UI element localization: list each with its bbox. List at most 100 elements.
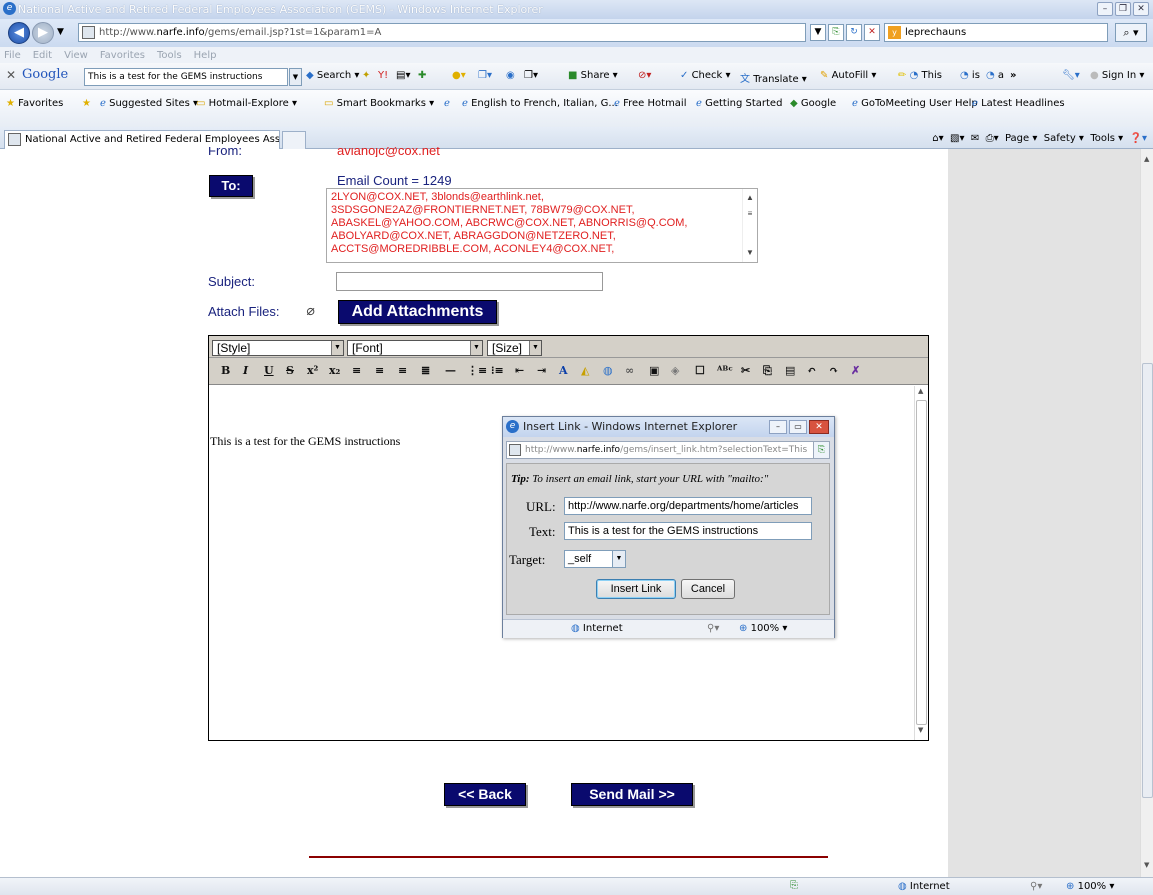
toolbar-window-icon[interactable]: ❐▾ xyxy=(478,70,492,81)
highlight-this-button[interactable]: ✏ ◔ This xyxy=(898,70,942,81)
address-bar[interactable]: http://www.narfe.info/gems/email.jsp?1st… xyxy=(78,23,806,42)
insert-link-icon[interactable]: ◍ xyxy=(603,364,613,377)
safety-menu[interactable]: Safety ▾ xyxy=(1044,133,1084,144)
refresh-icon[interactable]: ↻ xyxy=(846,24,862,41)
sign-in-button[interactable]: ● Sign In ▾ xyxy=(1090,70,1144,81)
align-center-icon[interactable]: ≡ xyxy=(375,364,384,377)
add-favorite-icon[interactable]: ★ xyxy=(82,98,91,109)
cancel-button[interactable]: Cancel xyxy=(681,579,735,599)
align-right-icon[interactable]: ≡ xyxy=(398,364,407,377)
page-scroll-thumb[interactable] xyxy=(1142,363,1153,798)
strikethrough-icon[interactable]: S xyxy=(286,364,294,377)
scroll-up-icon[interactable]: ▲ xyxy=(918,387,923,395)
italic-icon[interactable]: I xyxy=(243,364,248,377)
align-left-icon[interactable]: ≡ xyxy=(352,364,361,377)
google-search-input[interactable]: This is a test for the GEMS instructions xyxy=(84,68,288,86)
dialog-minimize-button[interactable]: – xyxy=(769,420,787,434)
address-dropdown-button[interactable]: ▼ xyxy=(810,24,826,41)
zoom-control[interactable]: ⊕ 100% ▾ xyxy=(1066,881,1114,892)
page-scrollbar[interactable]: ▲ ▼ xyxy=(1140,149,1153,877)
toolbar-news-icon[interactable]: ✦ xyxy=(362,70,370,81)
toolbar-ie-icon[interactable]: ◉ xyxy=(506,70,515,81)
indent-icon[interactable]: ⇥ xyxy=(537,364,546,377)
insert-link-button[interactable]: Insert Link xyxy=(596,579,676,599)
horizontal-rule-icon[interactable]: — xyxy=(445,364,456,377)
toolbar-block-icon[interactable]: ⊘▾ xyxy=(638,70,651,81)
fav-suggested-sites[interactable]: ℯ Suggested Sites ▾ xyxy=(100,98,198,109)
wrench-icon[interactable]: 🔧︎▾ xyxy=(1062,70,1080,81)
copy-icon[interactable]: ⎘ xyxy=(763,364,772,378)
toolbar-yahoo-icon[interactable]: Y! xyxy=(378,70,388,81)
scroll-up-icon[interactable]: ▲ xyxy=(1144,155,1149,163)
justify-icon[interactable]: ≣ xyxy=(421,364,430,377)
scroll-grip-icon[interactable]: ≡ xyxy=(743,207,757,220)
dialog-zoom[interactable]: ⊕ 100% ▾ xyxy=(739,623,787,634)
fav-smart-bookmarks[interactable]: ▭ Smart Bookmarks ▾ xyxy=(324,98,434,109)
google-search-dropdown[interactable]: ▼ xyxy=(289,68,302,86)
menu-help[interactable]: Help xyxy=(194,50,217,61)
menu-file[interactable]: File xyxy=(4,50,21,61)
back-nav-button[interactable]: ◀ xyxy=(8,22,30,44)
fav-english-to-french[interactable]: ℯ English to French, Italian, G... xyxy=(462,98,618,109)
highlight-color-icon[interactable]: ◭ xyxy=(581,364,589,377)
outdent-icon[interactable]: ⇤ xyxy=(515,364,524,377)
scroll-down-icon[interactable]: ▼ xyxy=(1144,861,1149,869)
help-icon[interactable]: ❓▾ xyxy=(1130,133,1147,144)
ordered-list-icon[interactable]: ⋮≡ xyxy=(467,364,487,377)
home-icon[interactable]: ⌂▾ xyxy=(932,133,943,144)
subject-input[interactable] xyxy=(336,272,603,291)
superscript-icon[interactable]: x² xyxy=(307,364,318,377)
insert-image-icon[interactable]: ▣ xyxy=(649,364,659,377)
bullet-list-icon[interactable]: ⁝≡ xyxy=(491,364,504,377)
underline-icon[interactable]: U xyxy=(264,364,274,377)
fav-hotmail-explore[interactable]: ▭ Hotmail-Explore ▾ xyxy=(196,98,297,109)
url-input[interactable]: http://www.narfe.org/departments/home/ar… xyxy=(564,497,812,515)
translate-button[interactable]: 文 Translate ▾ xyxy=(740,70,807,85)
highlight-is-button[interactable]: ◔ is xyxy=(960,70,980,81)
highlight-a-button[interactable]: ◔ a xyxy=(986,70,1004,81)
scroll-up-icon[interactable]: ▲ xyxy=(743,191,757,204)
dialog-maximize-button[interactable]: ▭ xyxy=(789,420,807,434)
fav-latest-headlines[interactable]: ℯ Latest Headlines xyxy=(972,98,1065,109)
back-button[interactable]: << Back xyxy=(444,783,526,806)
new-tab-button[interactable] xyxy=(282,131,306,149)
minimize-button[interactable]: – xyxy=(1097,2,1113,16)
search-go-button[interactable]: ⌕ ▾ xyxy=(1115,23,1147,42)
redo-icon[interactable]: ↷ xyxy=(829,364,838,377)
page-menu[interactable]: Page ▾ xyxy=(1005,133,1037,144)
insert-special-icon[interactable]: ◈ xyxy=(671,364,679,377)
compatibility-icon[interactable]: ⎘ xyxy=(828,24,844,41)
more-chevron[interactable]: » xyxy=(1010,70,1016,81)
subscript-icon[interactable]: x₂ xyxy=(329,364,340,377)
fav-free-hotmail[interactable]: ℯ Free Hotmail xyxy=(614,98,687,109)
toolbar-highlight-icon[interactable]: ✚ xyxy=(418,70,426,81)
bold-icon[interactable]: B xyxy=(221,364,230,377)
menu-edit[interactable]: Edit xyxy=(33,50,52,61)
remove-format-icon[interactable]: ✗ xyxy=(851,364,860,377)
editor-scroll-thumb[interactable] xyxy=(916,400,927,725)
autofill-button[interactable]: ✎ AutoFill ▾ xyxy=(820,70,876,81)
recipients-scrollbar[interactable]: ▲ ≡ ▼ xyxy=(742,189,757,262)
close-toolbar-icon[interactable]: ✕ xyxy=(6,68,16,82)
maximize-button[interactable]: ❐ xyxy=(1115,2,1131,16)
text-input[interactable]: This is a test for the GEMS instructions xyxy=(564,522,812,540)
google-search-button[interactable]: ◆ Search ▾ xyxy=(306,70,359,81)
cut-icon[interactable]: ✂ xyxy=(741,364,750,377)
editor-scrollbar[interactable]: ▲ ▼ xyxy=(914,386,928,740)
fav-gotomeeting[interactable]: ℯ GoToMeeting User Help xyxy=(852,98,978,109)
ie-page-icon[interactable]: ℯ xyxy=(444,98,450,109)
print-icon[interactable]: ⎙▾ xyxy=(986,133,999,144)
toolbar-window2-icon[interactable]: ❐▾ xyxy=(524,70,538,81)
to-button[interactable]: To: xyxy=(209,175,253,197)
favorites-button[interactable]: ★ Favorites xyxy=(6,98,63,109)
toolbar-pagerank-icon[interactable]: ▤▾ xyxy=(396,70,410,81)
font-select[interactable]: [Font] ▼ xyxy=(347,340,483,356)
protected-mode-icon[interactable]: ⚲▾ xyxy=(707,623,719,634)
insert-table-icon[interactable]: ☐ xyxy=(695,364,705,377)
close-window-button[interactable]: ✕ xyxy=(1133,2,1149,16)
scroll-down-icon[interactable]: ▼ xyxy=(743,246,757,259)
recent-pages-chevron-icon[interactable]: ▼ xyxy=(57,27,64,37)
feeds-icon[interactable]: ▧▾ xyxy=(950,133,964,144)
mail-icon[interactable]: ✉ xyxy=(971,133,979,144)
scroll-down-icon[interactable]: ▼ xyxy=(918,726,923,734)
